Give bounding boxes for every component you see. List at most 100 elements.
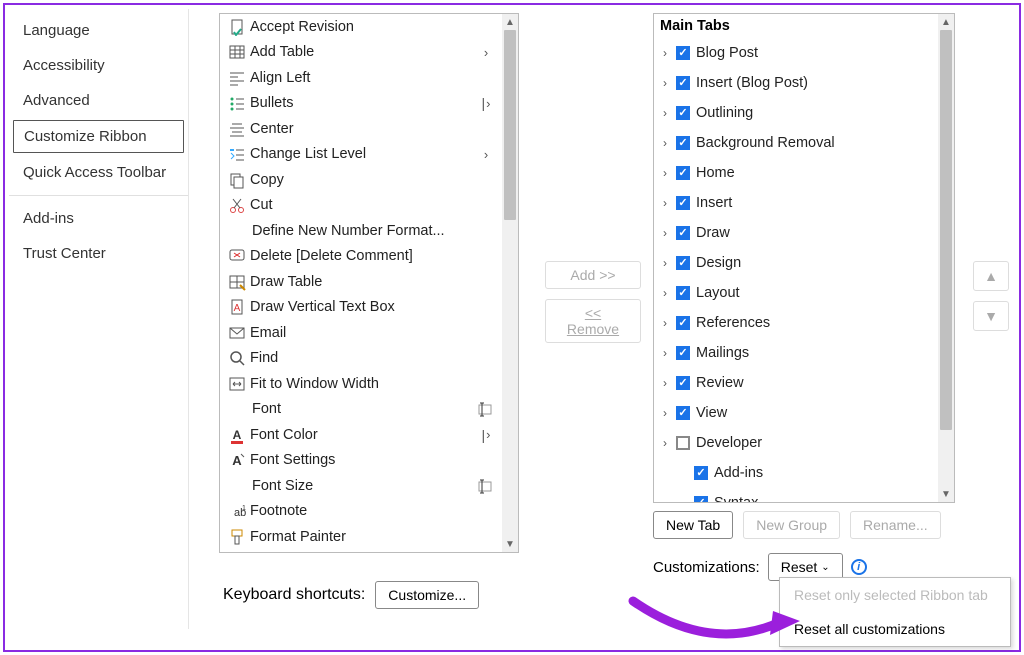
expand-icon[interactable]: › bbox=[658, 286, 672, 300]
sidebar-item-add-ins[interactable]: Add-ins bbox=[9, 201, 188, 236]
command-item[interactable]: Footnote bbox=[220, 499, 502, 525]
scroll-thumb[interactable] bbox=[940, 30, 952, 430]
expand-icon[interactable]: › bbox=[658, 76, 672, 90]
expand-icon[interactable]: › bbox=[658, 346, 672, 360]
tab-item-home[interactable]: › Home bbox=[654, 158, 938, 188]
command-item[interactable]: Font Color|› bbox=[220, 422, 502, 448]
move-up-button[interactable]: ▲ bbox=[973, 261, 1009, 291]
tab-item-insert-blog-post-[interactable]: ›Insert (Blog Post) bbox=[654, 68, 938, 98]
command-item[interactable]: Font Size bbox=[220, 473, 502, 499]
checkbox[interactable] bbox=[676, 286, 690, 300]
command-item[interactable]: Bullets|› bbox=[220, 91, 502, 117]
reset-all-customizations-item[interactable]: Reset all customizations bbox=[780, 612, 1010, 646]
command-item[interactable]: Draw Vertical Text Box bbox=[220, 295, 502, 321]
tab-label: Home bbox=[694, 165, 735, 181]
command-item[interactable]: Fit to Window Width bbox=[220, 371, 502, 397]
main-tabs-listbox[interactable]: Main Tabs ›Blog Post›Insert (Blog Post)›… bbox=[653, 13, 955, 503]
expand-icon[interactable]: › bbox=[658, 316, 672, 330]
blank-icon bbox=[226, 221, 248, 241]
command-item[interactable]: Font Settings bbox=[220, 448, 502, 474]
sidebar-item-trust-center[interactable]: Trust Center bbox=[9, 236, 188, 271]
command-item[interactable]: Draw Table bbox=[220, 269, 502, 295]
expand-icon[interactable]: › bbox=[658, 136, 672, 150]
tab-item-syntax[interactable]: Syntax bbox=[654, 488, 938, 502]
tab-item-developer[interactable]: ›Developer bbox=[654, 428, 938, 458]
command-item[interactable]: Add Table› bbox=[220, 40, 502, 66]
checkbox[interactable] bbox=[676, 316, 690, 330]
new-tab-button[interactable]: New Tab bbox=[653, 511, 733, 539]
tab-item-mailings[interactable]: ›Mailings bbox=[654, 338, 938, 368]
scrollbar[interactable]: ▲ ▼ bbox=[502, 14, 518, 552]
sidebar-item-customize-ribbon[interactable]: Customize Ribbon bbox=[13, 120, 184, 153]
sidebar-item-quick-access-toolbar[interactable]: Quick Access Toolbar bbox=[9, 155, 188, 190]
scrollbar[interactable]: ▲ ▼ bbox=[938, 14, 954, 502]
tab-item-add-ins[interactable]: Add-ins bbox=[654, 458, 938, 488]
tab-item-view[interactable]: › View bbox=[654, 398, 938, 428]
expand-icon[interactable]: › bbox=[658, 196, 672, 210]
tab-label: Blog Post bbox=[694, 45, 758, 61]
add-command-button[interactable]: Add >> bbox=[545, 261, 641, 289]
checkbox[interactable] bbox=[676, 136, 690, 150]
tab-item-outlining[interactable]: ›Outlining bbox=[654, 98, 938, 128]
tab-item-design[interactable]: ›Design bbox=[654, 248, 938, 278]
tab-label: View bbox=[694, 405, 727, 421]
checkbox[interactable] bbox=[676, 226, 690, 240]
remove-command-button[interactable]: << Remove bbox=[545, 299, 641, 343]
expand-icon[interactable]: › bbox=[658, 166, 672, 180]
checkbox[interactable] bbox=[676, 406, 690, 420]
command-item[interactable]: Delete [Delete Comment] bbox=[220, 244, 502, 270]
command-item[interactable]: Format Painter bbox=[220, 524, 502, 550]
info-icon[interactable]: i bbox=[851, 559, 867, 575]
checkbox[interactable] bbox=[676, 46, 690, 60]
command-item[interactable]: Align Left bbox=[220, 65, 502, 91]
tab-item-draw[interactable]: ›Draw bbox=[654, 218, 938, 248]
checkbox[interactable] bbox=[694, 466, 708, 480]
tab-item-background-removal[interactable]: ›Background Removal bbox=[654, 128, 938, 158]
tab-item-references[interactable]: ›References bbox=[654, 308, 938, 338]
expand-icon[interactable]: › bbox=[658, 46, 672, 60]
scroll-up-icon[interactable]: ▲ bbox=[938, 14, 954, 30]
command-item[interactable]: Find bbox=[220, 346, 502, 372]
scroll-thumb[interactable] bbox=[504, 30, 516, 220]
sidebar-item-language[interactable]: Language bbox=[9, 13, 188, 48]
checkbox[interactable] bbox=[676, 256, 690, 270]
checkbox[interactable] bbox=[676, 166, 690, 180]
checkbox[interactable] bbox=[676, 196, 690, 210]
expand-icon[interactable]: › bbox=[658, 256, 672, 270]
checkbox[interactable] bbox=[694, 496, 708, 502]
rename-button[interactable]: Rename... bbox=[850, 511, 941, 539]
command-item[interactable]: Email bbox=[220, 320, 502, 346]
scroll-down-icon[interactable]: ▼ bbox=[502, 536, 518, 552]
checkbox[interactable] bbox=[676, 376, 690, 390]
expand-icon[interactable]: › bbox=[658, 376, 672, 390]
scroll-up-icon[interactable]: ▲ bbox=[502, 14, 518, 30]
tab-item-layout[interactable]: ›Layout bbox=[654, 278, 938, 308]
command-item[interactable]: Accept Revision bbox=[220, 14, 502, 40]
move-down-button[interactable]: ▼ bbox=[973, 301, 1009, 331]
command-item[interactable]: Change List Level› bbox=[220, 142, 502, 168]
command-item[interactable]: Cut bbox=[220, 193, 502, 219]
command-item[interactable]: Center bbox=[220, 116, 502, 142]
command-label: Cut bbox=[248, 197, 476, 213]
new-group-button[interactable]: New Group bbox=[743, 511, 840, 539]
tab-item-insert[interactable]: ›Insert bbox=[654, 188, 938, 218]
expand-icon[interactable]: › bbox=[658, 226, 672, 240]
sidebar-item-accessibility[interactable]: Accessibility bbox=[9, 48, 188, 83]
customize-shortcuts-button[interactable]: Customize... bbox=[375, 581, 479, 609]
tab-item-review[interactable]: ›Review bbox=[654, 368, 938, 398]
expand-icon[interactable]: › bbox=[658, 406, 672, 420]
sidebar-item-advanced[interactable]: Advanced bbox=[9, 83, 188, 118]
tab-item-blog-post[interactable]: › Blog Post bbox=[654, 38, 938, 68]
scroll-down-icon[interactable]: ▼ bbox=[938, 486, 954, 502]
checkbox[interactable] bbox=[676, 76, 690, 90]
command-item[interactable]: Copy bbox=[220, 167, 502, 193]
commands-listbox[interactable]: Accept RevisionAdd Table›Align LeftBulle… bbox=[219, 13, 519, 553]
command-item[interactable]: Font bbox=[220, 397, 502, 423]
change-list-icon bbox=[226, 144, 248, 164]
command-item[interactable]: Define New Number Format... bbox=[220, 218, 502, 244]
checkbox[interactable] bbox=[676, 436, 690, 450]
checkbox[interactable] bbox=[676, 106, 690, 120]
expand-icon[interactable]: › bbox=[658, 436, 672, 450]
expand-icon[interactable]: › bbox=[658, 106, 672, 120]
checkbox[interactable] bbox=[676, 346, 690, 360]
